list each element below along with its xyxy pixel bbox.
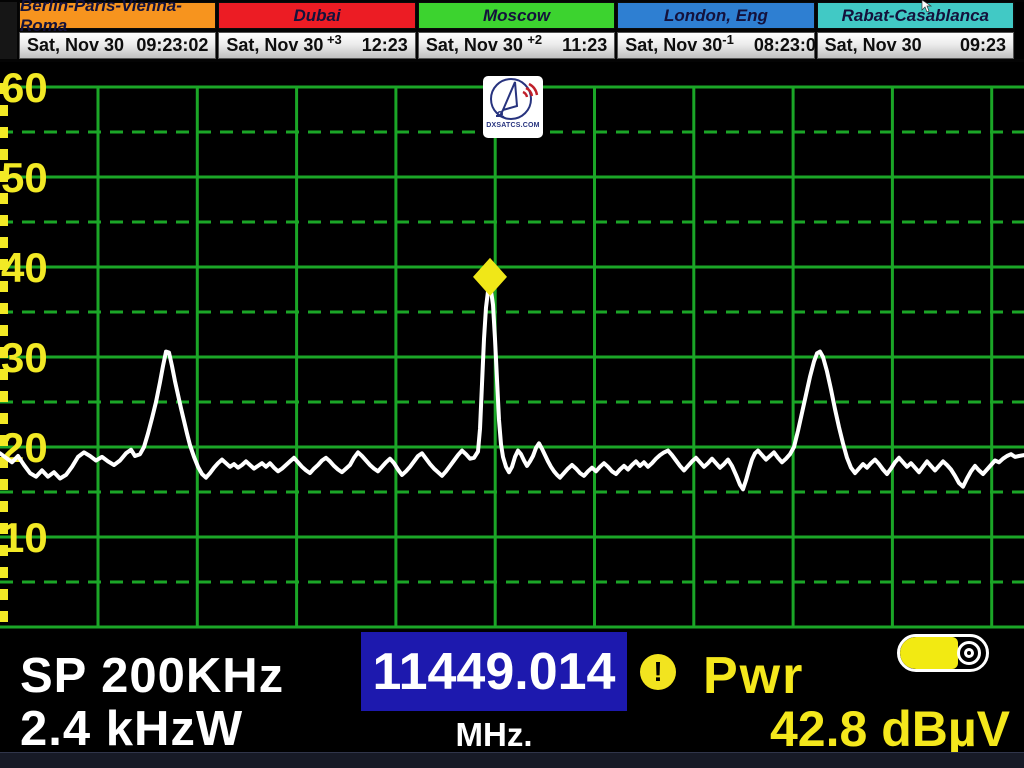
- clock-zone-utc-offset: +2: [527, 32, 542, 47]
- satellite-dish-icon: [487, 76, 539, 124]
- power-label: Pwr: [703, 646, 804, 706]
- y-axis-label: 40: [1, 244, 48, 291]
- bandwidth-readout: 2.4 kHzW: [20, 701, 243, 757]
- clock-zone-city-label: Moscow: [483, 6, 550, 26]
- clock-zone-moscow[interactable]: Moscow Sat, Nov 30 +2 11:23: [418, 2, 615, 59]
- bottom-status-strip: [0, 752, 1024, 768]
- clock-zone-utc-offset: -1: [722, 32, 734, 47]
- clock-zone-date: Sat, Nov 30: [825, 35, 922, 56]
- battery-fill-level: [900, 637, 958, 669]
- dxsatcs-logo: DXSATCS.COM: [483, 76, 543, 138]
- spectrum-trace: [0, 290, 1024, 489]
- clock-zone-time: 09:23:02: [136, 35, 208, 56]
- logo-caption: DXSATCS.COM: [486, 122, 539, 129]
- clock-zone-city-label: Dubai: [293, 6, 340, 26]
- y-axis-label: 60: [1, 64, 48, 111]
- clock-zone-rabat-casablanca[interactable]: Rabat-Casablanca Sat, Nov 30 09:23: [817, 2, 1014, 59]
- clock-zone-date: Sat, Nov 30: [226, 35, 323, 56]
- clock-bar-edge: [0, 2, 17, 59]
- clock-zone-berlin-paris-vienna-roma[interactable]: Berlin-Paris-Vienna-Roma Sat, Nov 30 09:…: [19, 2, 216, 59]
- y-axis-label: 50: [1, 154, 48, 201]
- clock-zones-row: Berlin-Paris-Vienna-Roma Sat, Nov 30 09:…: [18, 2, 1015, 59]
- frequency-unit-label: MHz.: [361, 716, 627, 754]
- clock-zone-city-header: Berlin-Paris-Vienna-Roma: [19, 2, 216, 29]
- peak-marker-diamond: [473, 258, 507, 296]
- clock-zone-time-row: Sat, Nov 30 +2 11:23: [418, 32, 615, 59]
- warning-icon: !: [640, 654, 676, 690]
- clock-zone-city-header: Dubai: [218, 2, 415, 29]
- clock-zone-city-label: Rabat-Casablanca: [842, 6, 989, 26]
- clock-zone-city-header: London, Eng: [617, 2, 814, 29]
- y-axis-label: 10: [1, 514, 48, 561]
- clock-zone-time-row: Sat, Nov 30 09:23:02: [19, 32, 216, 59]
- battery-terminal-center: [964, 648, 974, 658]
- world-clock-bar: Berlin-Paris-Vienna-Roma Sat, Nov 30 09:…: [0, 0, 1024, 62]
- clock-zone-utc-offset: +3: [327, 32, 342, 47]
- clock-zone-date: Sat, Nov 30: [27, 35, 124, 56]
- span-readout: SP 200KHz: [20, 648, 284, 704]
- frequency-field[interactable]: 11449.014: [361, 632, 627, 711]
- clock-bar-edge-right: [1015, 2, 1024, 59]
- clock-zone-time: 08:23:02: [754, 35, 826, 56]
- clock-zone-time-row: Sat, Nov 30 +3 12:23: [218, 32, 415, 59]
- measurement-readout: SP 200KHz 2.4 kHzW 11449.014 MHz. ! Pwr …: [0, 630, 1024, 752]
- clock-zone-london-eng[interactable]: London, Eng Sat, Nov 30 -1 08:23:02: [617, 2, 814, 59]
- clock-zone-city-header: Moscow: [418, 2, 615, 29]
- clock-zone-city-label: Berlin-Paris-Vienna-Roma: [20, 0, 215, 36]
- clock-zone-time: 12:23: [362, 35, 408, 56]
- clock-zone-dubai[interactable]: Dubai Sat, Nov 30 +3 12:23: [218, 2, 415, 59]
- clock-zone-time-row: Sat, Nov 30 -1 08:23:02: [617, 32, 814, 59]
- mouse-cursor-icon: [920, 0, 934, 12]
- spectrum-analyzer-screen: Berlin-Paris-Vienna-Roma Sat, Nov 30 09:…: [0, 0, 1024, 768]
- clock-zone-time: 11:23: [562, 35, 607, 56]
- power-value: 42.8 dBµV: [660, 700, 1010, 758]
- clock-zone-date: Sat, Nov 30: [625, 35, 722, 56]
- battery-icon: [897, 634, 989, 672]
- clock-zone-date: Sat, Nov 30: [426, 35, 523, 56]
- clock-zone-time: 09:23: [960, 35, 1006, 56]
- y-axis-label: 30: [1, 334, 48, 381]
- clock-zone-city-label: London, Eng: [664, 6, 768, 26]
- clock-zone-time-row: Sat, Nov 30 09:23: [817, 32, 1014, 59]
- clock-zone-city-header: Rabat-Casablanca: [817, 2, 1014, 29]
